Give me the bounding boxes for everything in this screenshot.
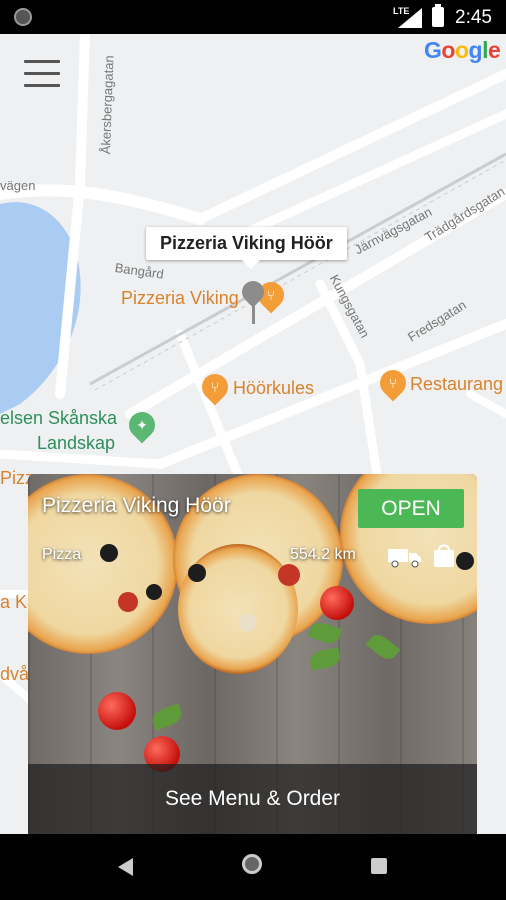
map-marker-stem [252, 302, 255, 324]
restaurant-distance: 554.2 km [290, 546, 356, 563]
recent-apps-icon[interactable] [371, 858, 387, 874]
open-status-badge: OPEN [358, 489, 464, 528]
see-menu-order-button[interactable]: See Menu & Order [28, 764, 477, 834]
poi-label[interactable]: elsen Skånska [0, 408, 117, 429]
restaurant-card[interactable]: Pizzeria Viking Höör OPEN Pizza 554.2 km… [28, 474, 477, 834]
restaurant-name: Pizzeria Viking Höör [42, 494, 231, 517]
poi-label[interactable]: Pizzeria Viking [121, 288, 239, 309]
battery-icon [432, 4, 444, 27]
poi-label: a K [0, 592, 28, 612]
restaurant-icon[interactable]: ⑂ [196, 368, 234, 406]
google-logo: Google [424, 37, 501, 63]
back-icon[interactable] [118, 858, 133, 876]
delivery-truck-icon [388, 549, 421, 568]
restaurant-category: Pizza [42, 546, 82, 563]
poi-label[interactable]: Höörkules [233, 378, 314, 399]
poi-label[interactable]: Restaurang [410, 374, 503, 395]
street-label: vägen [0, 178, 36, 193]
tomato-image [320, 586, 354, 620]
notification-icon [14, 8, 32, 26]
poi-label[interactable]: Landskap [37, 433, 115, 454]
clock: 2:45 [455, 7, 492, 28]
system-nav-bar [0, 834, 506, 900]
restaurant-icon[interactable]: ⑂ [374, 364, 412, 402]
marker-info-window[interactable]: Pizzeria Viking Höör [146, 227, 347, 269]
menu-icon[interactable] [24, 60, 60, 88]
home-icon[interactable] [242, 854, 262, 874]
shopping-bag-icon [434, 544, 454, 567]
poi-label: dvå [0, 664, 30, 684]
tomato-image [98, 692, 136, 730]
status-bar: LTE 2:45 [0, 0, 506, 34]
signal-icon [398, 8, 422, 28]
hiking-icon[interactable]: ✦ [123, 406, 161, 444]
